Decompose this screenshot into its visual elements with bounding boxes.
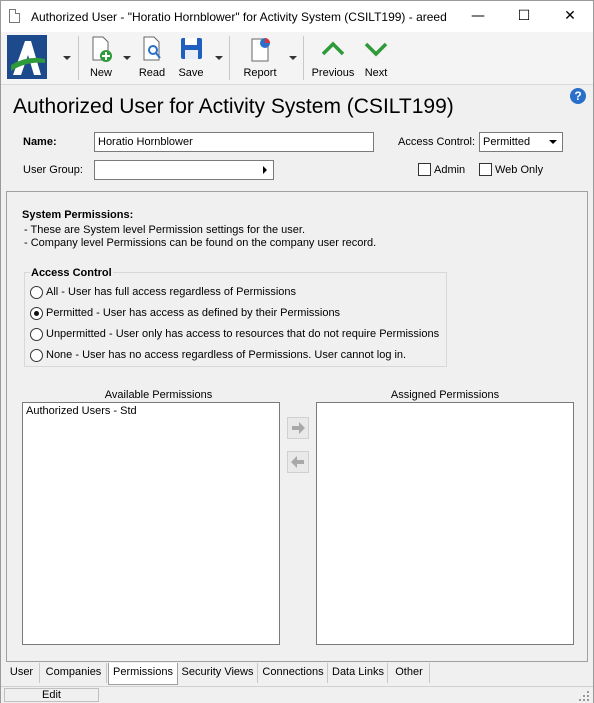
user-group-label: User Group: [23,164,83,176]
toolbar-separator [303,36,304,80]
toolbar-separator [229,36,230,80]
tab-other[interactable]: Other [389,663,430,683]
minimize-button[interactable]: — [455,1,501,32]
user-group-field[interactable] [94,160,274,180]
read-document-icon [143,36,161,61]
status-mode: Edit [4,688,99,702]
access-control-label: Access Control: [398,136,476,148]
page-title: Authorized User for Activity System (CSI… [13,95,454,118]
tab-permissions[interactable]: Permissions [108,663,178,685]
new-button[interactable]: New [85,34,117,79]
report-label: Report [243,67,277,79]
tab-companies[interactable]: Companies [41,663,107,683]
radio-none[interactable] [30,349,43,362]
arrow-right-icon [292,422,305,434]
web-only-label: Web Only [495,164,544,176]
available-permissions-list[interactable]: Authorized Users - Std [22,402,280,645]
next-button[interactable]: Next [359,34,393,79]
window-title: Authorized User - "Horatio Hornblower" f… [31,10,447,24]
save-button[interactable]: Save [175,34,207,79]
access-control-value: Permitted [483,136,531,148]
application-window: Authorized User - "Horatio Hornblower" f… [0,0,594,703]
maximize-button[interactable]: ☐ [501,1,547,32]
toolbar: New Read Save Report Previous Next [1,32,593,85]
radio-permitted-label: Permitted - User has access as defined b… [46,307,341,319]
arrow-left-icon [291,456,304,468]
permissions-note-1: - These are System level Permission sett… [24,224,306,236]
permissions-note-2: - Company level Permissions can be found… [24,237,377,249]
close-button[interactable]: ✕ [547,1,593,32]
admin-checkbox[interactable] [418,163,431,176]
tab-security-views[interactable]: Security Views [178,663,258,683]
save-dropdown-icon[interactable] [215,56,223,60]
radio-unpermitted[interactable] [30,328,43,341]
document-icon [9,9,20,23]
help-icon[interactable]: ? [570,88,586,104]
assign-button[interactable] [287,417,309,439]
access-control-select[interactable]: Permitted [479,132,563,152]
read-label: Read [138,67,166,79]
next-label: Next [364,67,388,79]
app-logo-icon [7,35,47,79]
radio-all-label: All - User has full access regardless of… [46,286,297,298]
admin-label: Admin [434,164,466,176]
radio-none-label: None - User has no access regardless of … [46,349,407,361]
app-logo-button[interactable] [7,35,47,82]
report-button[interactable]: Report [239,34,281,79]
list-item[interactable]: Authorized Users - Std [26,405,137,417]
chevron-up-icon [321,41,345,56]
radio-permitted[interactable] [30,307,43,320]
radio-all[interactable] [30,286,43,299]
toolbar-separator [78,36,79,80]
unassign-button[interactable] [287,451,309,473]
resize-grip-icon[interactable] [579,691,589,701]
new-label: New [89,67,112,79]
save-disk-icon [181,38,202,59]
logo-dropdown-icon[interactable] [63,56,71,60]
new-dropdown-icon[interactable] [123,56,131,60]
previous-label: Previous [311,67,355,79]
access-control-group-label: Access Control [30,267,113,279]
new-document-icon [92,36,112,62]
title-bar: Authorized User - "Horatio Hornblower" f… [1,1,593,32]
save-label: Save [178,67,204,79]
radio-unpermitted-label: Unpermitted - User only has access to re… [46,328,440,340]
report-icon [251,38,270,62]
previous-button[interactable]: Previous [311,34,355,79]
permissions-panel: System Permissions: - These are System l… [6,191,588,662]
name-field[interactable]: Horatio Hornblower [94,132,374,152]
read-button[interactable]: Read [136,34,168,79]
bottom-tab-bar: User Companies Permissions Security View… [1,663,593,685]
name-label: Name: [23,136,57,148]
chevron-down-icon [364,42,388,57]
tab-data-links[interactable]: Data Links [329,663,388,683]
assigned-permissions-list[interactable] [316,402,574,645]
web-only-checkbox[interactable] [479,163,492,176]
assigned-permissions-label: Assigned Permissions [390,389,500,401]
chevron-down-icon [549,140,557,144]
tab-connections[interactable]: Connections [259,663,328,683]
chevron-right-icon [263,166,267,174]
report-dropdown-icon[interactable] [289,56,297,60]
available-permissions-label: Available Permissions [104,389,213,401]
status-bar: Edit [1,686,593,703]
tab-user[interactable]: User [4,663,40,683]
system-permissions-title: System Permissions: [22,209,134,221]
